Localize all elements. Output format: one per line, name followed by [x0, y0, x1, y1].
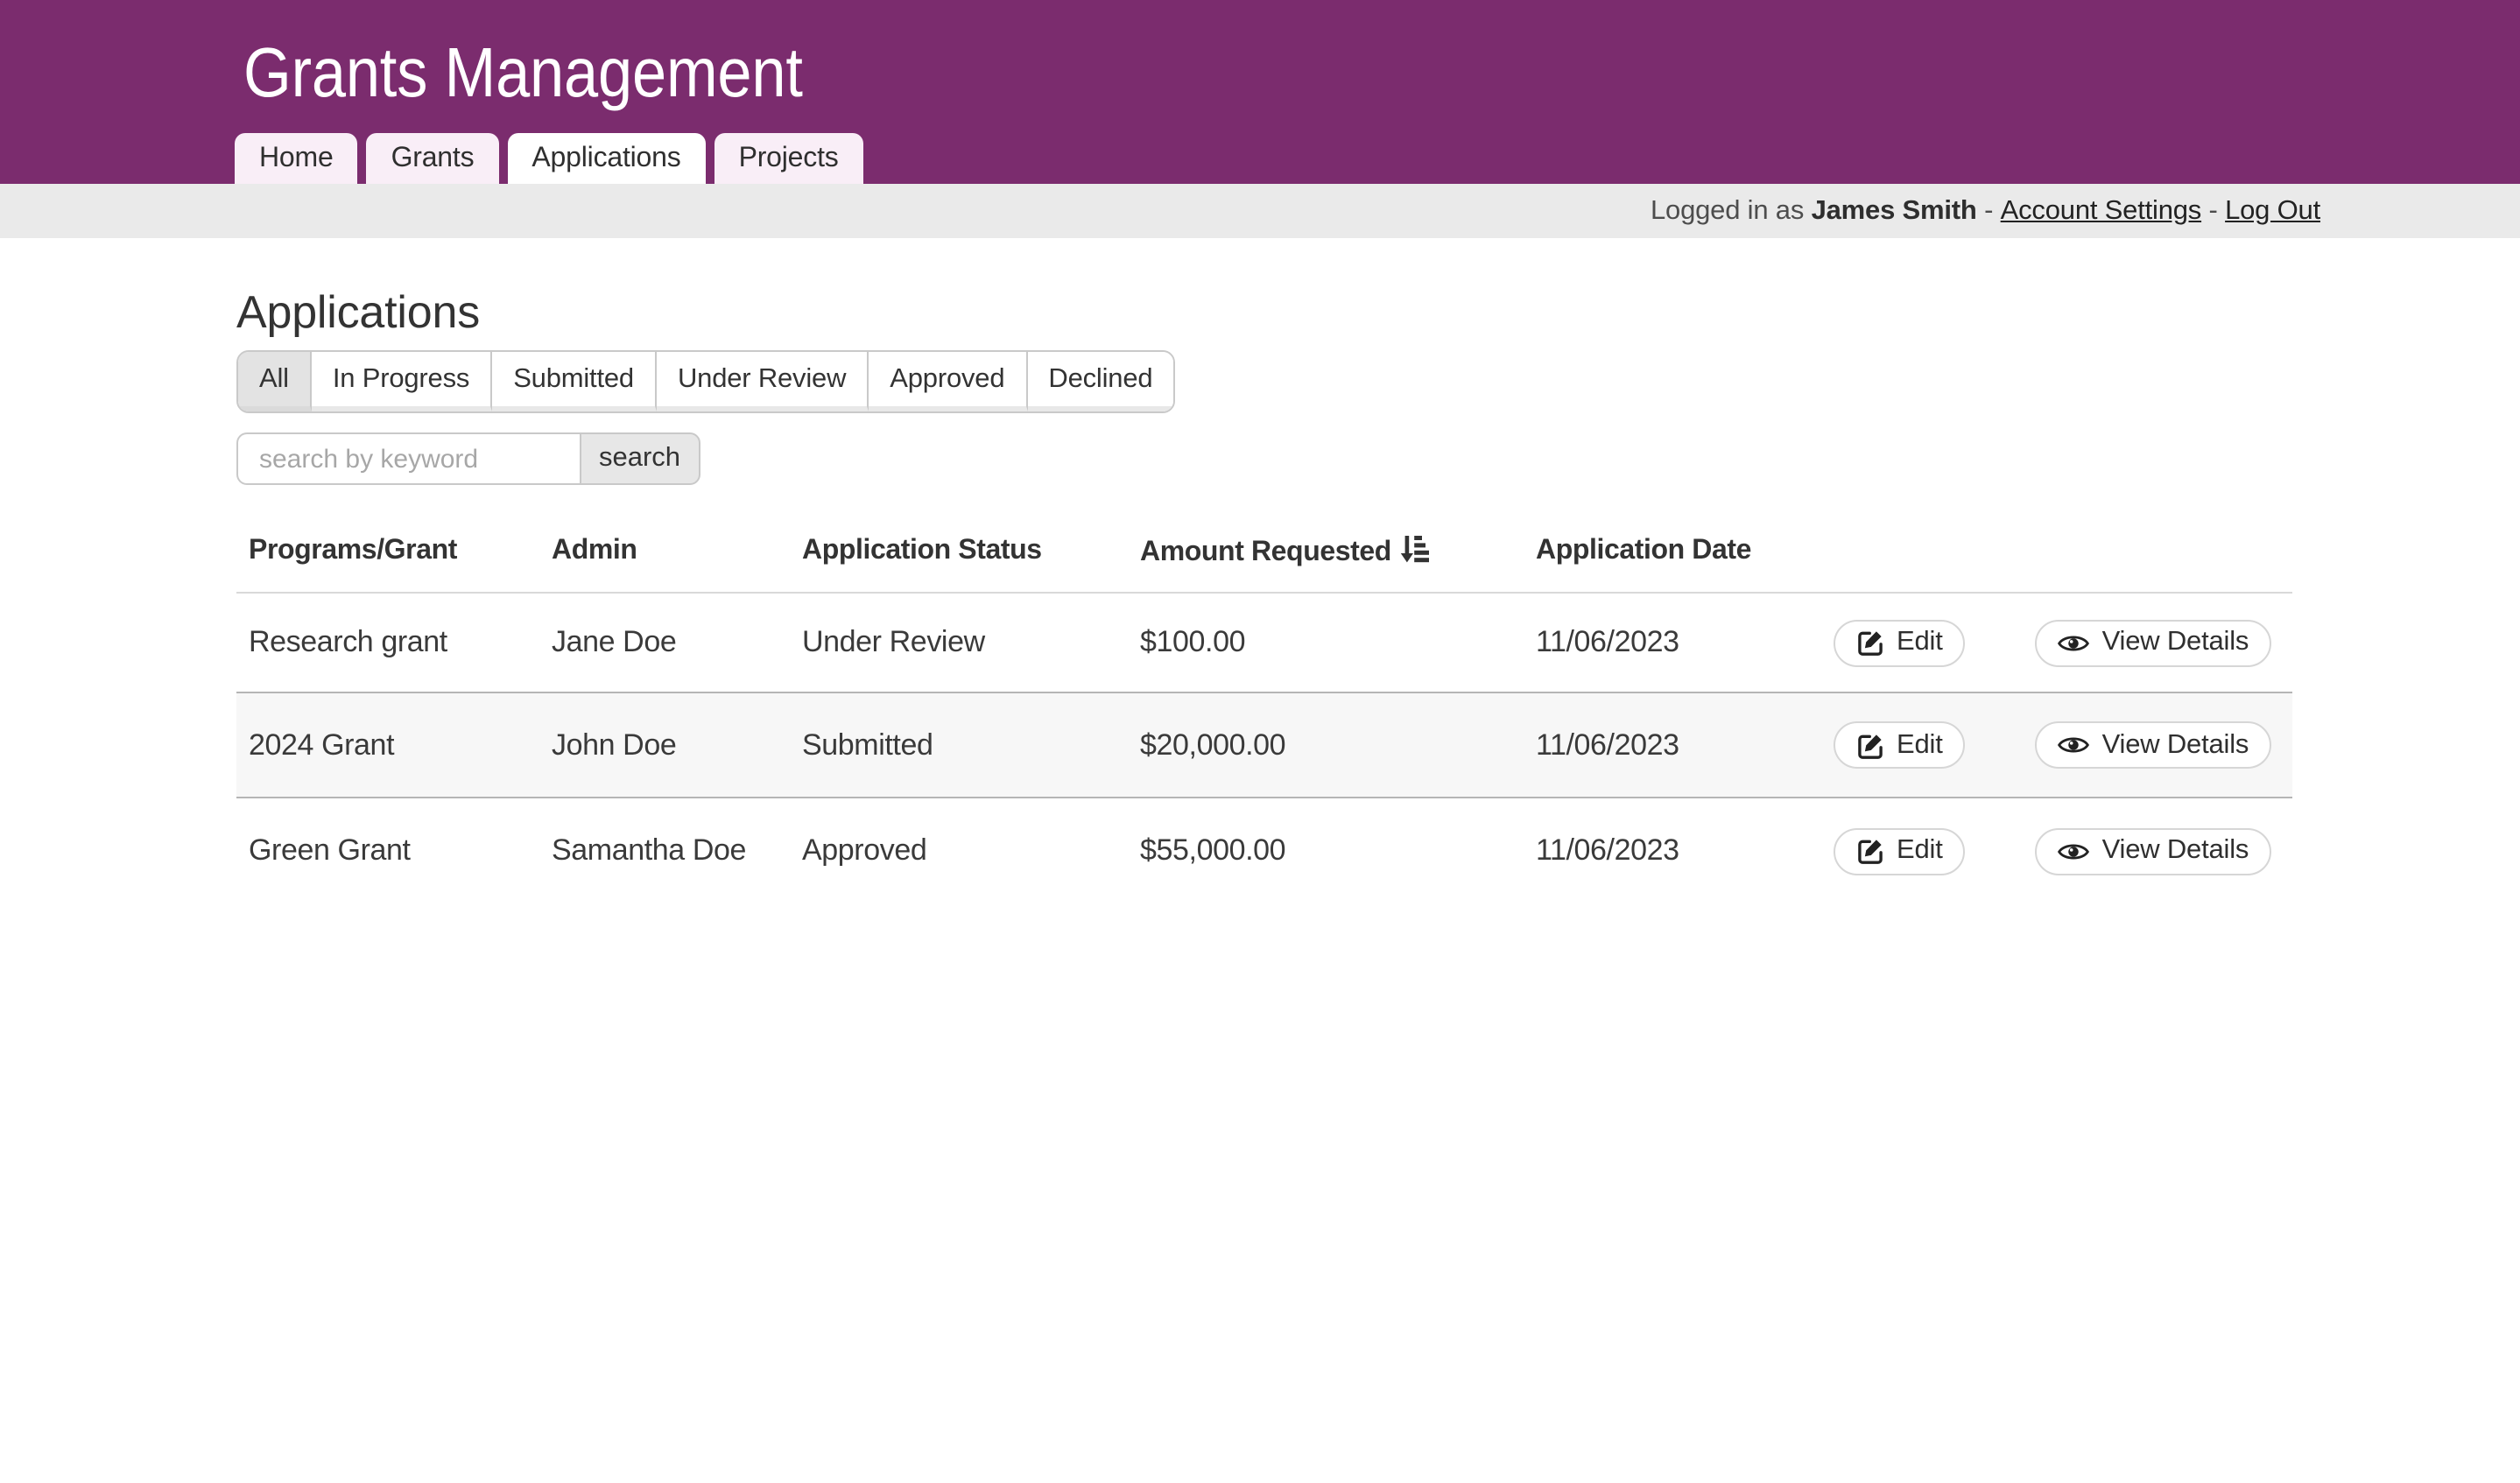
view-details-button[interactable]: View Details	[2036, 619, 2272, 666]
edit-icon	[1856, 629, 1884, 657]
filter-label: Submitted	[513, 363, 634, 395]
space-text	[1993, 195, 2000, 227]
filter-declined[interactable]: Declined	[1027, 352, 1173, 411]
edit-button-label: Edit	[1897, 729, 1943, 761]
nav-tabs: Home Grants Applications Projects	[235, 133, 863, 184]
column-application-date: Application Date	[1524, 510, 1795, 593]
cell-actions: Edit View Details	[1795, 692, 2292, 798]
cell-program: 2024 Grant	[236, 692, 539, 798]
app-title: Grants Management	[243, 37, 803, 110]
edit-button[interactable]: Edit	[1834, 721, 1966, 769]
filter-in-progress[interactable]: In Progress	[312, 352, 492, 411]
section-heading: Applications	[236, 285, 2292, 338]
applications-table: Programs/Grant Admin Application Status …	[236, 510, 2292, 903]
cell-amount: $20,000.00	[1128, 692, 1524, 798]
search-input[interactable]	[236, 432, 580, 485]
tab-label: Grants	[391, 143, 475, 174]
actions-wrap: Edit View Details	[1807, 721, 2280, 769]
filter-label: Under Review	[678, 363, 846, 395]
cell-admin: John Doe	[539, 692, 790, 798]
view-details-button-label: View Details	[2102, 627, 2249, 658]
app: Grants Management Home Grants Applications…	[0, 0, 2520, 1483]
table-body: Research grant Jane Doe Under Review $10…	[236, 593, 2292, 903]
filter-all[interactable]: All	[238, 352, 312, 411]
column-amount-requested-label: Amount Requested	[1140, 538, 1391, 567]
column-application-status: Application Status	[790, 510, 1128, 593]
cell-status: Under Review	[790, 593, 1128, 692]
cell-status: Approved	[790, 798, 1128, 903]
search-row: search	[236, 432, 2292, 485]
tab-label: Home	[259, 143, 334, 174]
edit-button[interactable]: Edit	[1834, 827, 1966, 875]
topbar: Logged in as James Smith - Account Setti…	[0, 184, 2520, 238]
cell-actions: Edit View Details	[1795, 798, 2292, 903]
cell-date: 11/06/2023	[1524, 798, 1795, 903]
column-admin: Admin	[539, 510, 790, 593]
view-details-button-label: View Details	[2102, 835, 2249, 867]
separator-text	[1977, 195, 1984, 227]
eye-icon	[2059, 840, 2090, 862]
eye-icon	[2059, 631, 2090, 654]
tab-label: Projects	[739, 143, 839, 174]
table-row: Research grant Jane Doe Under Review $10…	[236, 593, 2292, 692]
cell-actions: Edit View Details	[1795, 593, 2292, 692]
filter-label: Approved	[890, 363, 1004, 395]
separator-text	[2201, 195, 2208, 227]
view-details-button[interactable]: View Details	[2036, 827, 2272, 875]
cell-date: 11/06/2023	[1524, 692, 1795, 798]
tab-projects[interactable]: Projects	[714, 133, 863, 184]
column-actions	[1795, 510, 2292, 593]
search-button[interactable]: search	[580, 432, 700, 485]
tab-label: Applications	[531, 143, 680, 174]
edit-button-label: Edit	[1897, 835, 1943, 867]
logged-in-text: Logged in as	[1651, 195, 1804, 227]
edit-icon	[1856, 731, 1884, 759]
filter-label: All	[259, 363, 289, 395]
separator-dash: -	[1984, 195, 1993, 227]
separator-dash: -	[2209, 195, 2218, 227]
column-amount-requested[interactable]: Amount Requested	[1128, 510, 1524, 593]
username: James Smith	[1812, 195, 1977, 227]
cell-admin: Samantha Doe	[539, 798, 790, 903]
space-text	[1804, 195, 1811, 227]
view-details-button-label: View Details	[2102, 729, 2249, 761]
eye-icon	[2059, 734, 2090, 756]
logout-link[interactable]: Log Out	[2225, 195, 2320, 227]
view-details-button[interactable]: View Details	[2036, 721, 2272, 769]
edit-icon	[1856, 837, 1884, 865]
table-row: Green Grant Samantha Doe Approved $55,00…	[236, 798, 2292, 903]
tab-home[interactable]: Home	[235, 133, 358, 184]
filter-submitted[interactable]: Submitted	[492, 352, 657, 411]
sort-amount-down-icon	[1400, 534, 1430, 566]
cell-program: Green Grant	[236, 798, 539, 903]
filter-under-review[interactable]: Under Review	[657, 352, 869, 411]
cell-status: Submitted	[790, 692, 1128, 798]
table-header: Programs/Grant Admin Application Status …	[236, 510, 2292, 593]
cell-date: 11/06/2023	[1524, 593, 1795, 692]
tab-grants[interactable]: Grants	[367, 133, 499, 184]
column-programs-grant: Programs/Grant	[236, 510, 539, 593]
edit-button[interactable]: Edit	[1834, 619, 1966, 666]
filter-approved[interactable]: Approved	[869, 352, 1027, 411]
actions-wrap: Edit View Details	[1807, 827, 2280, 875]
actions-wrap: Edit View Details	[1807, 619, 2280, 666]
account-settings-link[interactable]: Account Settings	[2001, 195, 2201, 227]
app-header: Grants Management Home Grants Applications…	[0, 0, 2520, 184]
cell-program: Research grant	[236, 593, 539, 692]
status-filter-group: All In Progress Submitted Under Review Appro…	[236, 350, 1175, 413]
cell-amount: $100.00	[1128, 593, 1524, 692]
main-content: Applications AllIn ProgressSubmittedUnde…	[236, 285, 2292, 903]
table-row: 2024 Grant John Doe Submitted $20,000.00…	[236, 692, 2292, 798]
tab-applications[interactable]: Applications	[507, 133, 705, 184]
filter-label: Declined	[1048, 363, 1152, 395]
cell-admin: Jane Doe	[539, 593, 790, 692]
cell-amount: $55,000.00	[1128, 798, 1524, 903]
space-text	[2218, 195, 2225, 227]
filter-label: In Progress	[333, 363, 469, 395]
edit-button-label: Edit	[1897, 627, 1943, 658]
